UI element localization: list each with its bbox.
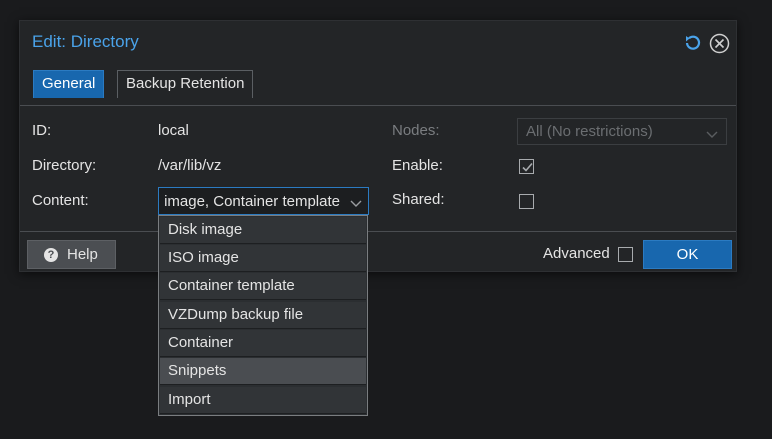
tab-general[interactable]: General: [33, 70, 105, 98]
close-icon[interactable]: [709, 33, 730, 54]
shared-checkbox[interactable]: [519, 194, 534, 209]
nodes-label: Nodes:: [392, 122, 440, 139]
help-button-label: Help: [67, 246, 98, 263]
option-import[interactable]: Import: [160, 387, 366, 414]
shared-label: Shared:: [392, 191, 445, 208]
option-vzdump-backup-file[interactable]: VZDump backup file: [160, 302, 366, 329]
option-disk-image[interactable]: Disk image: [160, 217, 366, 244]
dialog-footer: ? Help Advanced OK: [20, 231, 736, 273]
advanced-checkbox[interactable]: [618, 247, 633, 262]
enable-checkbox[interactable]: [519, 159, 534, 174]
ok-button[interactable]: OK: [643, 240, 732, 269]
option-container[interactable]: Container: [160, 330, 366, 357]
content-combobox-value: Disk image, Container template: [165, 193, 340, 210]
dialog-title: Edit: Directory: [32, 32, 139, 51]
nodes-combobox-value: All (No restrictions): [526, 123, 653, 140]
option-container-template[interactable]: Container template: [160, 273, 366, 300]
reset-icon[interactable]: [683, 33, 703, 53]
nodes-combobox: All (No restrictions): [517, 118, 727, 145]
option-snippets[interactable]: Snippets: [160, 358, 366, 385]
id-value: local: [158, 122, 189, 139]
tab-bar: General Backup Retention: [20, 63, 736, 106]
option-iso-image[interactable]: ISO image: [160, 245, 366, 272]
question-icon: ?: [44, 248, 58, 262]
checkmark-icon: [522, 162, 533, 172]
help-button[interactable]: ? Help: [27, 240, 116, 269]
enable-label: Enable:: [392, 157, 443, 174]
directory-value: /var/lib/vz: [158, 157, 222, 174]
content-label: Content:: [32, 192, 89, 209]
dialog-titlebar[interactable]: Edit: Directory: [20, 21, 736, 63]
content-combobox[interactable]: Disk image, Container template: [158, 187, 369, 215]
edit-directory-dialog: Edit: Directory General Backup Retention…: [19, 20, 737, 272]
directory-label: Directory:: [32, 157, 97, 174]
advanced-label: Advanced: [543, 245, 610, 262]
chevron-down-icon: [706, 127, 718, 138]
id-label: ID:: [32, 122, 52, 139]
tab-backup-retention[interactable]: Backup Retention: [117, 70, 254, 98]
content-dropdown-list: Disk image ISO image Container template …: [158, 215, 368, 416]
chevron-down-icon[interactable]: [350, 196, 362, 207]
